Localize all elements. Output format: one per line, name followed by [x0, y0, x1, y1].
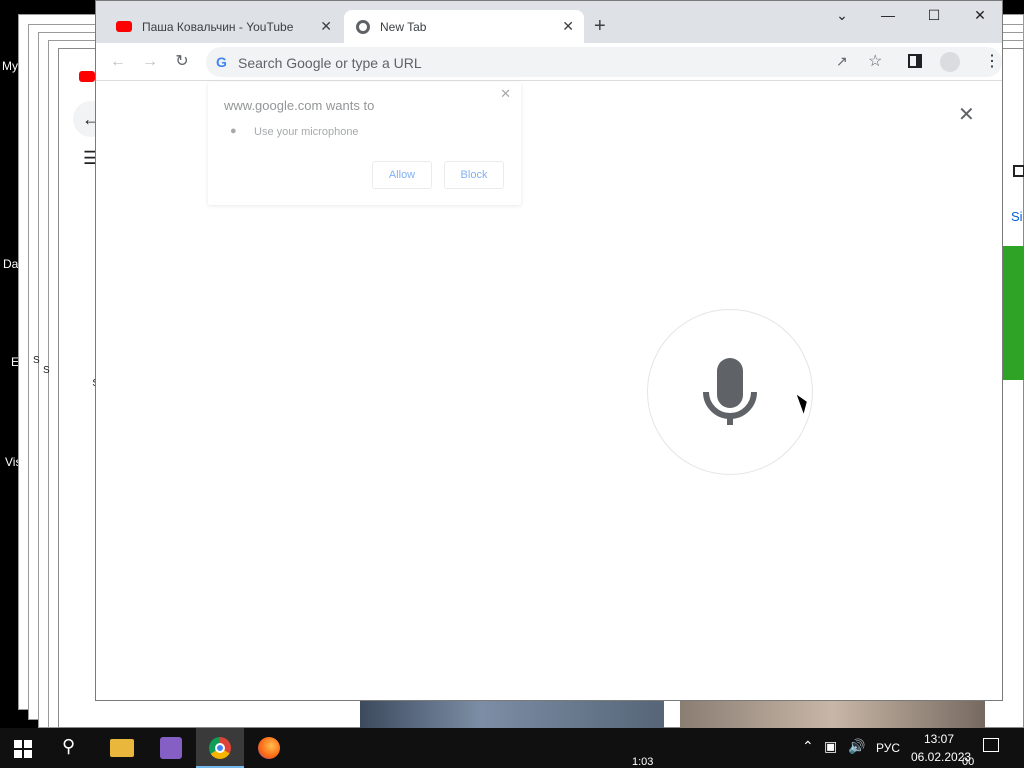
notifications-icon[interactable]: [983, 738, 999, 752]
side-panel-icon[interactable]: [908, 54, 922, 68]
permission-request: Use your microphone: [254, 126, 359, 138]
profile-avatar-icon[interactable]: [940, 52, 960, 72]
voice-search-button[interactable]: [647, 309, 813, 475]
file-explorer-icon[interactable]: [110, 739, 134, 757]
desktop-label[interactable]: My: [2, 59, 18, 73]
tab-strip: Паша Ковальчин - YouTube ✕ New Tab ✕ + ⌄…: [96, 1, 1002, 43]
permission-heading: www.google.com wants to: [224, 98, 375, 113]
firefox-icon[interactable]: [258, 737, 280, 759]
stack-label: S: [33, 355, 40, 366]
google-g-icon: G: [216, 54, 227, 70]
show-hidden-icons[interactable]: ⌃: [802, 738, 814, 755]
youtube-icon: [79, 71, 95, 82]
block-button[interactable]: Block: [444, 161, 504, 189]
volume-icon[interactable]: 🔊: [848, 738, 865, 755]
back-icon[interactable]: ←: [108, 52, 128, 72]
tab-title: Паша Ковальчин - YouTube: [142, 19, 294, 34]
tab-youtube[interactable]: Паша Ковальчин - YouTube ✕: [104, 10, 342, 43]
bookmark-star-icon[interactable]: ☆: [868, 51, 882, 71]
tab-search-icon[interactable]: ⌄: [832, 5, 852, 25]
microphone-icon: ●: [230, 125, 237, 137]
chrome-icon: [356, 19, 370, 34]
windows-start-icon[interactable]: [14, 740, 32, 758]
language-indicator[interactable]: РУС: [876, 741, 900, 755]
sign-in-fragment[interactable]: Si: [1011, 209, 1023, 224]
close-voice-search-icon[interactable]: ✕: [958, 102, 975, 127]
reload-icon[interactable]: ↻: [172, 52, 192, 72]
visual-studio-icon[interactable]: [160, 737, 182, 759]
clock-time[interactable]: 13:07: [924, 732, 954, 746]
close-window-button[interactable]: ✕: [970, 5, 990, 25]
video-duration: 00: [962, 756, 975, 768]
omnibox[interactable]: G Search Google or type a URL ↗ ☆ ⋮: [206, 47, 1002, 77]
video-duration: 1:03: [632, 756, 654, 768]
chrome-taskbar-item[interactable]: [196, 728, 244, 768]
allow-button[interactable]: Allow: [372, 161, 432, 189]
share-icon[interactable]: ↗: [836, 53, 848, 70]
menu-icon[interactable]: ⋮: [984, 51, 1000, 71]
video-thumbnail[interactable]: [360, 701, 664, 728]
search-icon[interactable]: ⚲: [62, 736, 75, 757]
close-popup-icon[interactable]: ✕: [500, 86, 511, 102]
desktop-label[interactable]: Da: [3, 257, 18, 271]
tab-new-tab[interactable]: New Tab ✕: [344, 10, 584, 43]
forward-icon[interactable]: →: [140, 52, 160, 72]
microphone-icon: [703, 358, 757, 425]
network-icon[interactable]: ▣: [824, 738, 837, 755]
close-tab-icon[interactable]: ✕: [320, 18, 332, 35]
window-fragment-icon[interactable]: [1013, 165, 1024, 177]
permission-popup: www.google.com wants to ✕ ● Use your mic…: [208, 82, 521, 205]
video-thumbnail[interactable]: [680, 701, 985, 728]
tab-title: New Tab: [380, 19, 427, 34]
toolbar: ← → ↻ G Search Google or type a URL ↗ ☆ …: [96, 43, 1002, 81]
taskbar: ⚲ ⌃ ▣ 🔊 РУС 13:07 06.02.2023: [0, 728, 1024, 768]
stack-label: S: [43, 365, 50, 376]
video-thumbnail[interactable]: [1002, 246, 1024, 380]
youtube-icon: [116, 21, 132, 32]
new-tab-button[interactable]: +: [594, 15, 606, 38]
omnibox-placeholder: Search Google or type a URL: [238, 55, 422, 71]
minimize-button[interactable]: —: [878, 5, 898, 25]
maximize-button[interactable]: ☐: [924, 5, 944, 25]
close-tab-icon[interactable]: ✕: [562, 18, 574, 35]
